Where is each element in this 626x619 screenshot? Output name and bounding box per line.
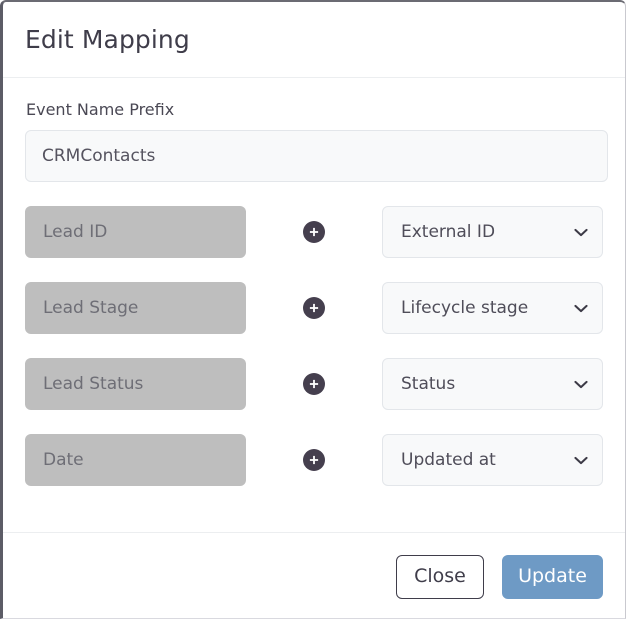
event-name-prefix-label: Event Name Prefix [26,100,175,119]
mapping-link-cell [246,449,382,472]
plus-icon[interactable] [303,449,325,472]
mapping-rows: External ID [25,206,603,487]
mapping-row: Lifecycle stage [25,282,603,335]
destination-select-wrap: External ID [382,206,603,259]
source-field-input[interactable] [25,434,246,487]
plus-icon[interactable] [303,297,325,320]
plus-icon[interactable] [303,221,325,244]
destination-select-wrap: Updated at [382,434,603,487]
source-field-input[interactable] [25,206,246,259]
source-field-input[interactable] [25,358,246,411]
update-button[interactable]: Update [502,554,603,599]
destination-select[interactable]: Status [382,358,603,411]
mapping-row: External ID [25,206,603,259]
dialog-body: Event Name Prefix External ID [3,78,625,532]
dialog-footer: Close Update [3,532,625,618]
edit-mapping-dialog: Edit Mapping Event Name Prefix CRMContac… [0,0,626,619]
destination-select[interactable]: Lifecycle stage [382,282,603,335]
source-field-input[interactable] [25,282,246,335]
mapping-row: Status [25,358,603,411]
dialog-header: Edit Mapping [3,2,625,78]
close-button[interactable]: Close [396,554,484,599]
destination-select[interactable]: Updated at [382,434,603,487]
destination-select-wrap: Status [382,358,603,411]
destination-select-wrap: Lifecycle stage [382,282,603,335]
mapping-row: Updated at [25,434,603,487]
mapping-link-cell [246,297,382,320]
plus-icon[interactable] [303,373,325,396]
mapping-link-cell [246,221,382,244]
page-title: Edit Mapping [25,25,190,54]
mapping-link-cell [246,373,382,396]
event-name-prefix-input[interactable] [25,130,608,183]
destination-select[interactable]: External ID [382,206,603,259]
